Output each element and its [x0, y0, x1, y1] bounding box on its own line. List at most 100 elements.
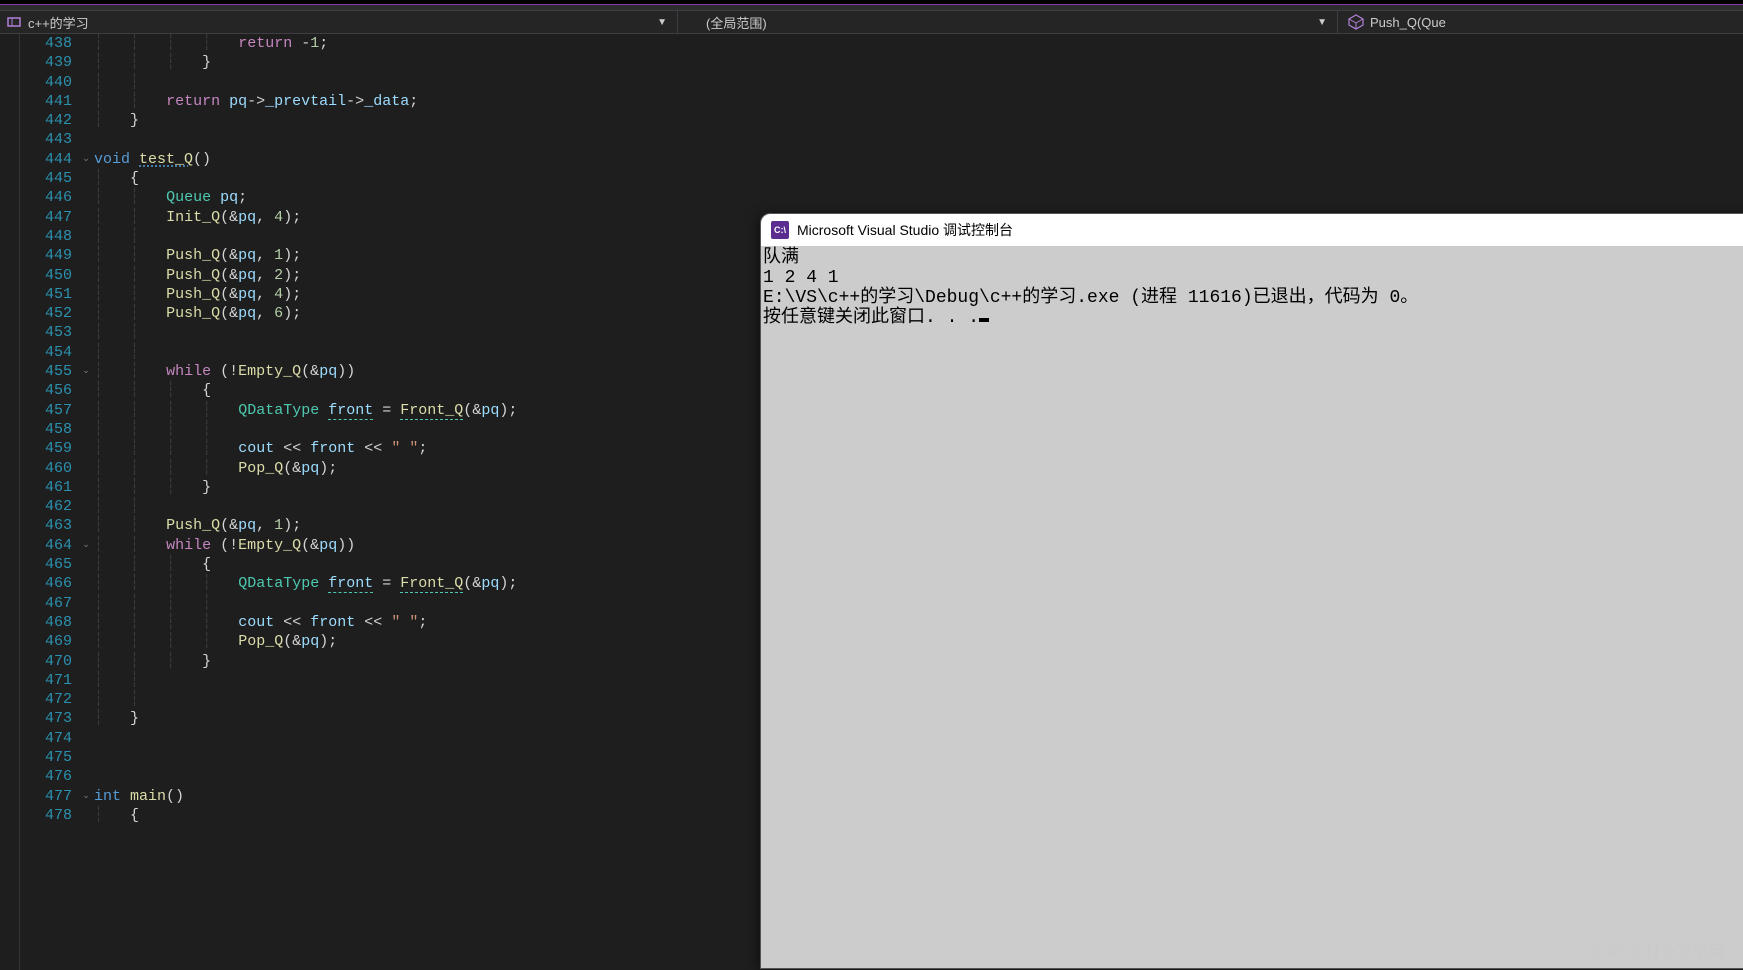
fold-marker: [78, 671, 94, 690]
fold-marker[interactable]: ⌄: [78, 787, 94, 806]
fold-marker: [78, 613, 94, 632]
scope-class-label: c++的学习: [28, 13, 89, 32]
line-number: 442: [20, 111, 72, 130]
fold-marker: [78, 478, 94, 497]
margin-strip: [0, 34, 20, 970]
line-number: 455: [20, 362, 72, 381]
line-number: 478: [20, 806, 72, 825]
code-line[interactable]: ┆ ┆ Queue pq;: [94, 188, 1743, 207]
fold-marker: [78, 323, 94, 342]
code-line[interactable]: ┆ }: [94, 111, 1743, 130]
code-line[interactable]: ┆ {: [94, 169, 1743, 188]
watermark: CSDN @打鱼又晒网: [1579, 938, 1725, 962]
fold-marker: [78, 285, 94, 304]
line-number-gutter: 438439440441442443444445446447448449450 4…: [20, 34, 78, 970]
scope-dropdown-class[interactable]: c++的学习 ▼: [0, 11, 678, 33]
line-number: 476: [20, 767, 72, 786]
line-number: 457: [20, 401, 72, 420]
method-icon: [1348, 14, 1364, 30]
fold-marker: [78, 111, 94, 130]
fold-marker[interactable]: ⌄: [78, 362, 94, 381]
line-number: 448: [20, 227, 72, 246]
line-number: 453: [20, 323, 72, 342]
class-icon: [6, 14, 22, 30]
line-number: 458: [20, 420, 72, 439]
line-number: 446: [20, 188, 72, 207]
fold-marker: [78, 555, 94, 574]
code-line[interactable]: ┆ ┆: [94, 73, 1743, 92]
fold-marker: [78, 516, 94, 535]
code-line[interactable]: ┆ ┆ return pq->_prevtail->_data;: [94, 92, 1743, 111]
fold-gutter[interactable]: ⌄ ⌄ ⌄ ⌄: [78, 34, 94, 970]
code-line[interactable]: void test_Q(): [94, 150, 1743, 169]
fold-marker: [78, 401, 94, 420]
fold-marker[interactable]: ⌄: [78, 150, 94, 169]
line-number: 462: [20, 497, 72, 516]
chevron-down-icon: ▼: [1317, 17, 1327, 28]
fold-marker: [78, 729, 94, 748]
line-number: 466: [20, 574, 72, 593]
fold-marker: [78, 459, 94, 478]
console-titlebar[interactable]: C:\ Microsoft Visual Studio 调试控制台: [761, 214, 1743, 246]
fold-marker: [78, 381, 94, 400]
fold-marker: [78, 690, 94, 709]
fold-marker: [78, 652, 94, 671]
fold-marker: [78, 227, 94, 246]
line-number: 471: [20, 671, 72, 690]
line-number: 441: [20, 92, 72, 111]
scope-label: (全局范围): [706, 13, 767, 32]
member-label: Push_Q(Que: [1370, 15, 1446, 30]
line-number: 469: [20, 632, 72, 651]
code-line[interactable]: ┆ ┆ ┆ }: [94, 53, 1743, 72]
line-number: 450: [20, 266, 72, 285]
fold-marker: [78, 266, 94, 285]
line-number: 443: [20, 130, 72, 149]
scope-dropdown-scope[interactable]: (全局范围) ▼: [678, 11, 1338, 33]
line-number: 452: [20, 304, 72, 323]
line-number: 445: [20, 169, 72, 188]
fold-marker: [78, 53, 94, 72]
line-number: 461: [20, 478, 72, 497]
debug-console-window[interactable]: C:\ Microsoft Visual Studio 调试控制台 队满 1 2…: [760, 213, 1743, 969]
console-title-text: Microsoft Visual Studio 调试控制台: [797, 220, 1013, 240]
scope-dropdown-member[interactable]: Push_Q(Que: [1338, 11, 1743, 33]
line-number: 459: [20, 439, 72, 458]
navigation-bar: c++的学习 ▼ (全局范围) ▼ Push_Q(Que: [0, 10, 1743, 34]
fold-marker: [78, 632, 94, 651]
line-number: 460: [20, 459, 72, 478]
fold-marker: [78, 748, 94, 767]
line-number: 467: [20, 594, 72, 613]
fold-marker: [78, 34, 94, 53]
fold-marker: [78, 343, 94, 362]
code-line[interactable]: ┆ ┆ ┆ ┆ return -1;: [94, 34, 1743, 53]
line-number: 440: [20, 73, 72, 92]
vs-icon: C:\: [771, 221, 789, 239]
line-number: 465: [20, 555, 72, 574]
line-number: 464: [20, 536, 72, 555]
console-output: 队满 1 2 4 1 E:\VS\c++的学习\Debug\c++的学习.exe…: [761, 246, 1743, 330]
fold-marker: [78, 304, 94, 323]
line-number: 473: [20, 709, 72, 728]
fold-marker: [78, 806, 94, 825]
fold-marker: [78, 246, 94, 265]
fold-marker: [78, 188, 94, 207]
fold-marker: [78, 169, 94, 188]
fold-marker: [78, 92, 94, 111]
line-number: 470: [20, 652, 72, 671]
line-number: 438: [20, 34, 72, 53]
chevron-down-icon: ▼: [657, 17, 667, 28]
fold-marker: [78, 709, 94, 728]
fold-marker: [78, 208, 94, 227]
fold-marker[interactable]: ⌄: [78, 536, 94, 555]
line-number: 454: [20, 343, 72, 362]
line-number: 447: [20, 208, 72, 227]
code-line[interactable]: [94, 130, 1743, 149]
line-number: 444: [20, 150, 72, 169]
line-number: 449: [20, 246, 72, 265]
fold-marker: [78, 767, 94, 786]
line-number: 468: [20, 613, 72, 632]
line-number: 439: [20, 53, 72, 72]
fold-marker: [78, 594, 94, 613]
line-number: 477: [20, 787, 72, 806]
fold-marker: [78, 574, 94, 593]
